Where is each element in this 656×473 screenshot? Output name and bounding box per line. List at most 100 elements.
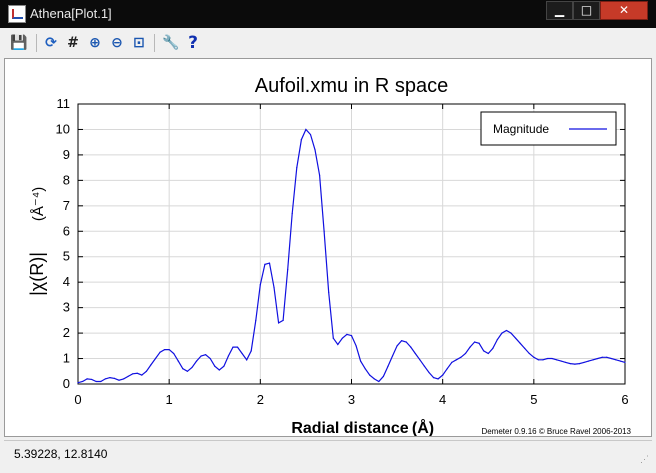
y-tick-label: 5 [63,249,70,264]
data-point [173,352,175,355]
zoom-in-icon[interactable]: ⊕ [86,34,104,52]
data-point [132,373,134,375]
data-point [337,343,339,346]
plot-canvas[interactable]: 0 1 2 3 4 5 6 0 1 2 3 4 5 6 7 8 9 10 11 Aufoil.xmu in R spa… [4,58,652,437]
data-point [154,357,157,360]
data-point [606,356,608,358]
data-point [587,360,590,362]
data-point [592,359,594,361]
data-point [250,350,252,352]
data-point [91,378,93,381]
refresh-icon[interactable]: ⟳ [42,34,60,52]
data-point [378,380,380,383]
data-point [77,382,79,384]
data-point [373,378,375,380]
data-point [546,357,549,360]
maximize-button[interactable]: □ [573,1,600,20]
data-point [537,359,539,361]
data-point [241,352,243,355]
data-point [268,262,271,264]
data-point [578,363,581,365]
data-point [533,356,535,358]
y-tick-label: 8 [63,172,70,187]
toolbar-separator [154,34,155,52]
data-point [177,360,179,362]
data-point [528,352,530,355]
cursor-coordinates: 5.39228, 12.8140 [14,447,108,461]
y-tick-label: 1 [63,351,70,366]
grid-icon[interactable]: # [64,34,82,52]
data-point [168,349,170,351]
data-point [291,212,293,215]
data-point [460,356,462,358]
data-point [223,365,225,367]
data-point [360,360,362,362]
data-point [264,263,266,265]
data-point [615,359,617,361]
data-point [323,230,325,232]
data-point [551,357,553,360]
y-tick-label: 4 [63,274,70,289]
data-point [505,329,508,332]
data-point [86,378,88,380]
data-point [195,360,198,362]
x-tick-label: 5 [530,392,537,407]
app-icon [8,5,26,23]
data-point [318,174,321,176]
x-tick-label: 6 [621,392,628,407]
y-tick-label: 2 [63,325,70,340]
data-point [560,360,562,362]
data-point [419,359,421,361]
data-point [159,351,161,353]
window-title: Athena[Plot.1] [30,6,112,21]
x-axis-label: Radial distance [291,420,408,436]
toolbar: 💾 ⟳ # ⊕ ⊖ ⊡ 🔧 ? [4,28,652,58]
y-axis-label: |χ(R)| [27,252,47,296]
settings-wrench-icon[interactable]: 🔧 [162,34,180,52]
data-point [515,337,517,339]
x-axis-unit: (Å) [412,418,434,436]
close-button[interactable]: ✕ [600,1,648,20]
data-point [350,335,353,337]
data-point [95,380,97,383]
data-point [205,354,207,356]
y-tick-label: 11 [57,96,71,111]
zoom-out-icon[interactable]: ⊖ [108,34,126,52]
resize-grip[interactable]: ⋰ [640,454,650,464]
data-point [382,375,385,377]
data-point [437,378,439,380]
title-bar[interactable]: Athena[Plot.1] ▁ □ ✕ [0,0,656,28]
minimize-button[interactable]: ▁ [546,1,573,20]
data-point [556,359,558,361]
data-point [401,340,403,342]
data-point [277,322,280,324]
data-point [519,342,521,344]
data-point [428,371,430,374]
y-tick-label: 10 [56,121,70,136]
data-point [597,357,599,360]
zoom-fit-icon[interactable]: ⊡ [130,34,148,52]
x-tick-label: 3 [348,392,355,407]
data-point [273,286,275,288]
data-point [259,284,261,286]
data-point [432,377,435,379]
data-point [246,359,248,361]
help-icon[interactable]: ? [184,34,202,52]
data-point [136,372,138,374]
data-point [328,291,330,293]
data-point [209,357,211,360]
data-point [492,347,494,349]
legend-label: Magnitude [493,122,549,136]
data-point [145,370,147,372]
save-icon[interactable]: 💾 [10,34,28,52]
data-point [387,365,389,367]
data-point [191,366,193,369]
data-point [473,341,476,343]
data-point [414,352,416,355]
data-point [501,332,503,334]
x-tick-label: 2 [257,392,264,407]
data-point [624,361,626,363]
data-point [510,332,512,334]
data-point [410,346,412,348]
y-axis-unit: (Å⁻⁴) [30,187,47,221]
